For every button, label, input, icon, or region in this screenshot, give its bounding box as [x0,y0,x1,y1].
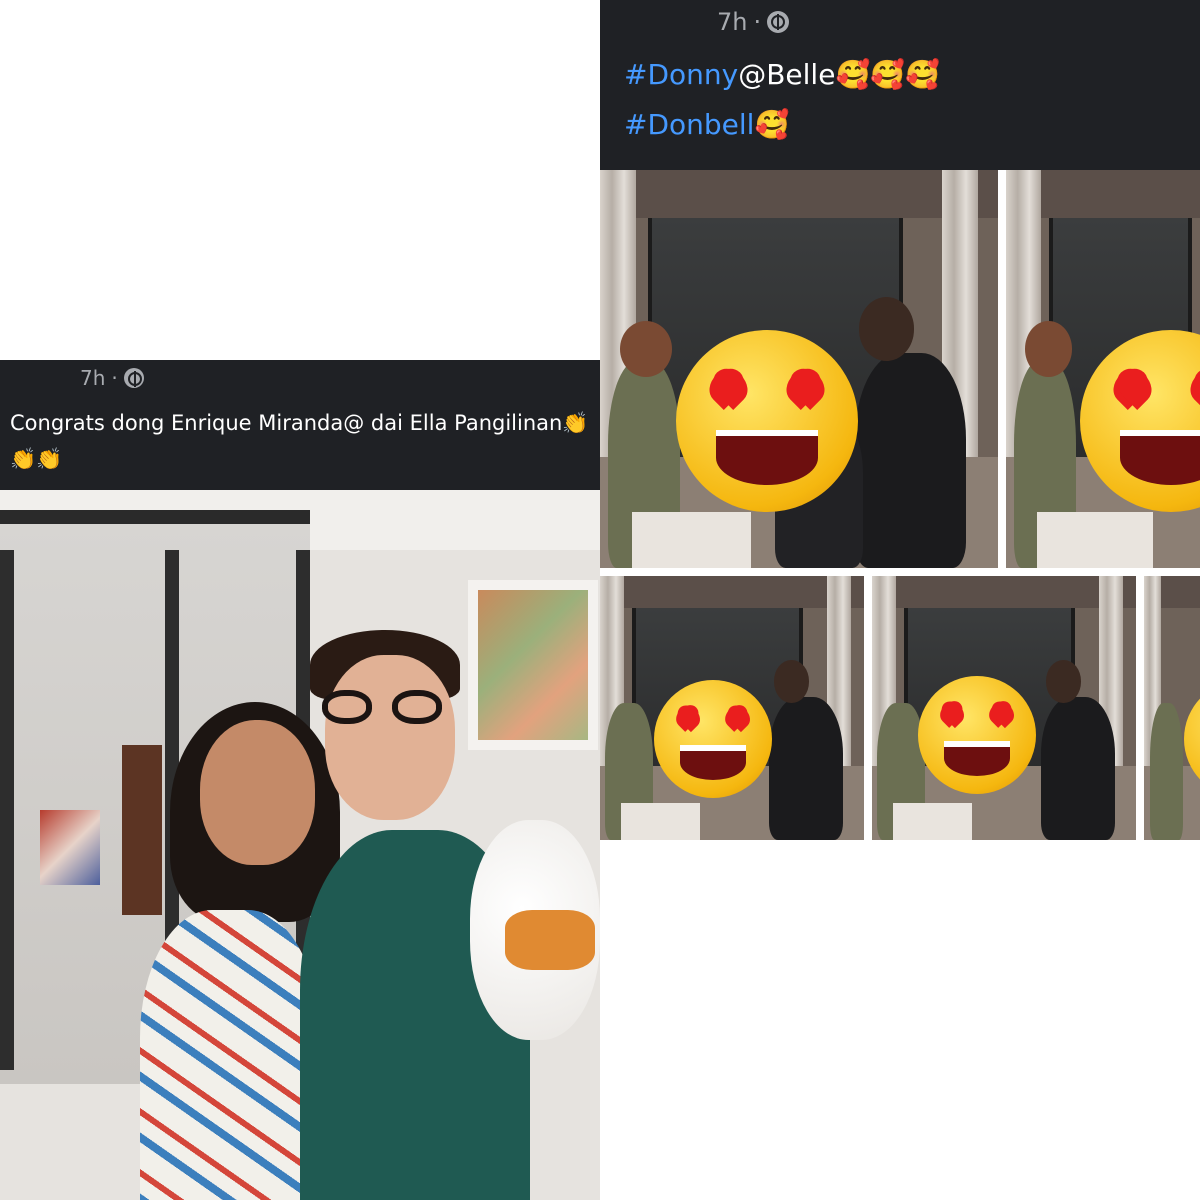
hashtag-donbell[interactable]: #Donbell [624,108,754,141]
gallery-photo-2[interactable] [1006,170,1200,568]
smiling-hearts-emoji: 🥰🥰🥰 [835,58,941,91]
smiling-hearts-emoji: 🥰 [754,108,790,141]
post-time[interactable]: 7h [80,366,105,390]
meta-separator: · [111,366,118,390]
post-text-line-2: #Donbell🥰 [624,108,789,141]
heart-eyes-emoji-icon [654,680,772,798]
post-caption: Congrats dong Enrique Miranda@ dai Ella … [10,411,589,471]
gallery-photo-4[interactable] [872,576,1136,840]
gallery-photo-1[interactable] [600,170,998,568]
post-header: 7h · Congrats dong Enrique Miranda@ dai … [0,360,600,490]
post-header: 7h · #Donny@Belle🥰🥰🥰 #Donbell🥰 [600,0,1200,170]
post-right: 7h · #Donny@Belle🥰🥰🥰 #Donbell🥰 [600,0,1200,840]
post-text-line-1: #Donny@Belle🥰🥰🥰 [624,58,940,91]
heart-eyes-emoji-icon [676,330,858,512]
post-meta: 7h · [80,366,144,390]
post-photo[interactable] [0,490,600,1200]
gallery-photo-3[interactable] [600,576,864,840]
gallery-photo-5[interactable] [1144,576,1200,840]
hashtag-donny[interactable]: #Donny [624,58,738,91]
heart-eyes-emoji-icon [918,676,1036,794]
photo-gallery [600,170,1200,840]
meta-separator: · [753,8,762,36]
globe-icon[interactable] [123,368,144,388]
globe-icon[interactable] [767,11,790,33]
post-meta: 7h · [717,8,790,36]
mention-text: @Belle [738,58,836,91]
post-left: 7h · Congrats dong Enrique Miranda@ dai … [0,360,600,1200]
post-time[interactable]: 7h [717,8,747,36]
